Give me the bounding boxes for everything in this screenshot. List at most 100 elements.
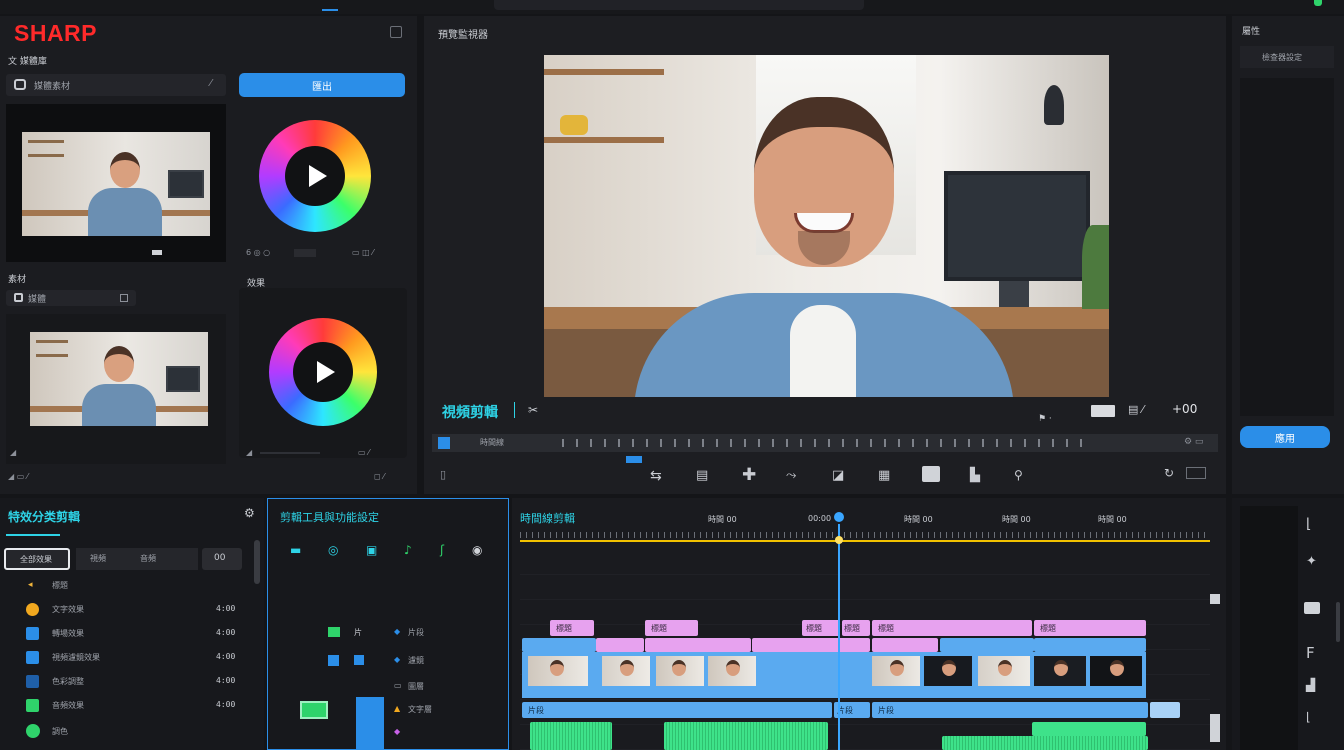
timeline-scrollbar[interactable] xyxy=(1210,594,1220,604)
font-icon[interactable]: F xyxy=(1306,644,1315,662)
scrub-end-icons[interactable]: ⚙ ▭ xyxy=(1184,437,1203,447)
tool-row-selected[interactable]: ▲ 文字層 xyxy=(268,697,508,749)
magic-icon[interactable]: ✦ xyxy=(1306,554,1317,569)
title-clip-2[interactable] xyxy=(872,638,938,652)
title-clip[interactable]: 標題 xyxy=(802,620,840,636)
link-icon[interactable]: ⚲ xyxy=(1014,468,1023,482)
audio-clip[interactable] xyxy=(942,736,1148,750)
apply-button[interactable]: 應用 xyxy=(1240,426,1330,448)
transition-icon xyxy=(26,627,39,640)
list-item[interactable]: 視頻濾鏡效果 4:00 xyxy=(0,648,250,668)
export-frame-icon[interactable]: ▙ xyxy=(970,468,980,483)
square-icon[interactable] xyxy=(120,294,128,302)
title-clip[interactable]: 標題 xyxy=(645,620,698,636)
list-item[interactable]: 色彩調整 4:00 xyxy=(0,672,250,692)
timer-icon[interactable]: ◎ xyxy=(328,543,338,557)
media-thumbnail-2[interactable]: ◢ xyxy=(6,314,226,464)
trim-icon[interactable]: ◪ xyxy=(832,468,844,483)
playback-controls[interactable]: 6 ◎ ○ ▭ ◫ ⁄ xyxy=(246,248,402,258)
tool-row[interactable]: ◆ 濾鏡 xyxy=(268,653,508,671)
loop-icon[interactable]: ↻ xyxy=(1164,466,1174,480)
angle-icon[interactable]: ⌊ xyxy=(1306,710,1311,724)
audio-clip[interactable] xyxy=(1032,722,1146,736)
tab-value[interactable]: 00 xyxy=(202,548,242,570)
tool-strip-scrollbar[interactable] xyxy=(1336,602,1340,642)
linked-clip-end[interactable] xyxy=(1150,702,1180,718)
color-wheel-preview[interactable] xyxy=(239,104,407,262)
tab-video[interactable]: 視頻 音頻 xyxy=(76,548,198,570)
thumbnail-menu-icon[interactable]: ◢ xyxy=(10,448,16,457)
rewind-icon[interactable]: ⇆ xyxy=(650,468,662,484)
folder-icon[interactable]: ▬ xyxy=(290,543,301,557)
fullscreen-icon[interactable] xyxy=(1186,467,1206,479)
tab-audio[interactable]: 音頻 xyxy=(140,553,156,564)
title-clip-2[interactable] xyxy=(752,638,870,652)
video-clip-header[interactable] xyxy=(940,638,1034,652)
doc-icon[interactable]: ▣ xyxy=(366,543,377,557)
media-asset-row[interactable]: 媒體素材 ⁄ xyxy=(6,74,226,96)
list-item[interactable]: ◂ 標題 xyxy=(0,576,250,596)
tool-row[interactable]: 片 ◆ 片段 xyxy=(268,625,508,643)
chart-icon[interactable]: ▟ xyxy=(1306,678,1315,692)
list-item[interactable]: 音頻效果 4:00 xyxy=(0,696,250,716)
title-clip[interactable]: 標題 xyxy=(1034,620,1146,636)
title-clip[interactable]: 標題 xyxy=(872,620,1032,636)
layout-icon[interactable]: ▦ xyxy=(878,468,890,483)
scrub-start-icon[interactable] xyxy=(438,437,450,449)
media-asset-label-2: 媒體 xyxy=(28,295,47,305)
play-icon[interactable] xyxy=(308,165,327,187)
video-clip-header[interactable] xyxy=(522,638,596,652)
tools-panel: 剪輯工具與功能設定 ▬ ◎ ▣ ♪ ʃ ◉ 片 ◆ 片段 ◆ 濾鏡 ▭ 圖層 ▲… xyxy=(267,498,509,750)
camera-tool-icon[interactable] xyxy=(1304,602,1320,614)
split-icon[interactable]: ▤ xyxy=(696,468,708,483)
aspect-toggle[interactable] xyxy=(1091,405,1115,417)
top-search-field[interactable] xyxy=(494,0,864,10)
top-tab-indicator[interactable] xyxy=(322,9,338,11)
effects-scrollbar[interactable] xyxy=(254,540,260,584)
wave-icon[interactable]: ʃ xyxy=(440,543,444,557)
audio-clip[interactable] xyxy=(664,722,828,750)
title-clip-2[interactable] xyxy=(645,638,751,652)
title-clip-2[interactable] xyxy=(596,638,644,652)
tool-row[interactable]: ▭ 圖層 xyxy=(268,679,508,697)
eye-icon[interactable]: ◉ xyxy=(472,543,482,557)
linked-clip[interactable]: 片段 xyxy=(522,702,832,718)
playback-controls-2[interactable]: ◢ ▭ ⁄ xyxy=(246,448,402,458)
title-clip[interactable]: 標題 xyxy=(550,620,594,636)
playhead-handle[interactable] xyxy=(832,510,846,524)
viewer-left-icon[interactable]: ▯ xyxy=(440,468,446,481)
video-clip-header[interactable] xyxy=(1034,638,1146,652)
list-item[interactable]: 調色 xyxy=(0,722,250,742)
linked-clip[interactable]: 片段 xyxy=(872,702,1148,718)
title-clip[interactable]: 標題 xyxy=(842,620,870,636)
tool-row-extra[interactable]: ◆ xyxy=(268,727,508,745)
ripple-icon[interactable]: ⤳ xyxy=(786,468,796,483)
grid-icon[interactable]: ▤ ⁄ xyxy=(1128,403,1144,416)
list-item[interactable]: 轉場效果 4:00 xyxy=(0,624,250,644)
play-icon-2[interactable] xyxy=(316,361,335,383)
media-thumbnail[interactable] xyxy=(6,104,226,262)
audio-clip[interactable] xyxy=(530,722,612,750)
flag-icon[interactable]: ⚑ · xyxy=(1038,414,1052,424)
snapshot-icon[interactable] xyxy=(922,466,940,482)
viewer-title: 預覽監視器 xyxy=(438,30,488,41)
video-preview[interactable] xyxy=(544,55,1109,397)
camera-icon xyxy=(14,79,26,90)
panel-collapse-icon[interactable] xyxy=(390,26,402,38)
tab-all[interactable]: 全部效果 xyxy=(4,548,70,570)
cut-icon[interactable]: ✂ xyxy=(528,403,538,417)
filter-icon[interactable]: ⁄ xyxy=(210,78,212,89)
brand-logo: SHARP xyxy=(14,20,98,46)
color-wheel-preview-2[interactable] xyxy=(239,288,407,458)
crop-icon[interactable]: ⌊ xyxy=(1306,516,1311,532)
list-item[interactable]: 文字效果 4:00 xyxy=(0,600,250,620)
music-icon[interactable]: ♪ xyxy=(404,543,412,557)
ruler-labels: 時間 00 00:00 時間 00 時間 00 時間 00 xyxy=(708,514,1127,524)
media-asset-row-2[interactable]: 媒體 xyxy=(6,290,136,306)
add-icon[interactable]: ✚ xyxy=(742,465,756,485)
timeline-scrollbar-2[interactable] xyxy=(1210,714,1220,742)
effects-settings-icon[interactable]: ⚙ xyxy=(244,506,255,520)
playhead-line[interactable] xyxy=(838,518,840,750)
export-button[interactable]: 匯出 xyxy=(239,73,405,97)
scrub-bar[interactable]: 時間線 ⚙ ▭ xyxy=(432,434,1218,452)
